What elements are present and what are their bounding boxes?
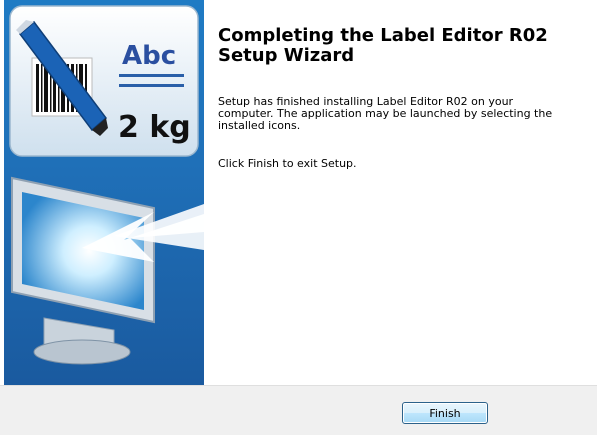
label-abc-text: Abc	[122, 41, 176, 71]
wizard-content: Completing the Label Editor R02 Setup Wi…	[218, 0, 588, 385]
page-title: Completing the Label Editor R02 Setup Wi…	[218, 25, 548, 66]
setup-wizard-window: Abc 2 kg Completing the Label Editor R02…	[0, 0, 597, 435]
wizard-footer: Finish	[0, 386, 597, 435]
completion-description: Setup has finished installing Label Edit…	[218, 95, 553, 132]
label-weight-text: 2 kg	[118, 110, 191, 145]
monitor-icon	[11, 176, 155, 365]
wizard-banner: Abc 2 kg	[4, 0, 204, 385]
exit-instruction: Click Finish to exit Setup.	[218, 157, 357, 170]
finish-button[interactable]: Finish	[402, 402, 488, 424]
banner-graphic: Abc 2 kg	[9, 5, 204, 365]
